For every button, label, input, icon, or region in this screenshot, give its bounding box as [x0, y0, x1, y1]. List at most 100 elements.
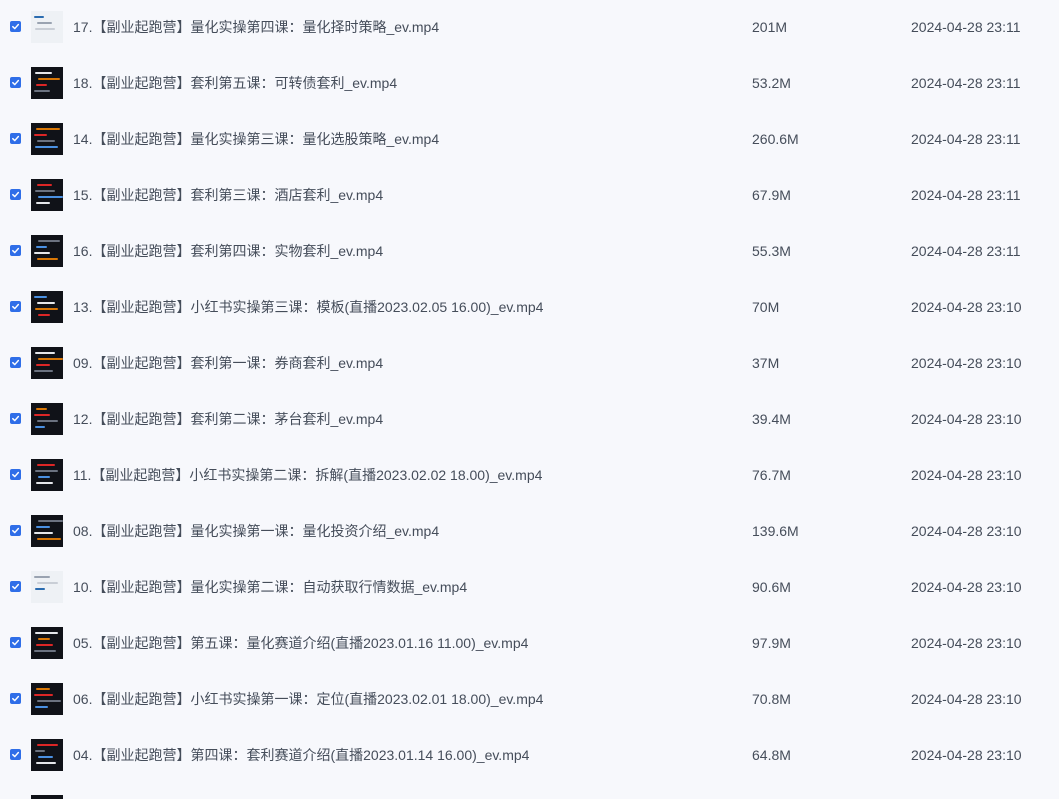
- checkmark-icon: [12, 79, 20, 86]
- file-checkbox[interactable]: [10, 637, 21, 648]
- file-row[interactable]: 09.【副业起跑营】套利第一课：券商套利_ev.mp4 37M 2024-04-28…: [0, 335, 1059, 391]
- file-row[interactable]: 16.【副业起跑营】套利第四课：实物套利_ev.mp4 55.3M 2024-04-…: [0, 223, 1059, 279]
- file-modified-date: 2024-04-28 23:10: [911, 467, 1022, 483]
- file-checkbox[interactable]: [10, 133, 21, 144]
- video-thumbnail[interactable]: [31, 235, 63, 267]
- checkmark-icon: [12, 23, 20, 30]
- file-name[interactable]: 14.【副业起跑营】量化实操第三课：量化选股策略_ev.mp4: [73, 130, 439, 148]
- file-modified-date: 2024-04-28 23:11: [911, 75, 1021, 91]
- file-modified-date: 2024-04-28 23:10: [911, 411, 1022, 427]
- file-name[interactable]: 13.【副业起跑营】小红书实操第三课：模板(直播2023.02.05 16.00…: [73, 298, 543, 316]
- video-thumbnail[interactable]: [31, 347, 63, 379]
- file-modified-date: 2024-04-28 23:10: [911, 523, 1022, 539]
- file-list: 17.【副业起跑营】量化实操第四课：量化择时策略_ev.mp4 201M 2024-…: [0, 0, 1059, 799]
- file-modified-date: 2024-04-28 23:10: [911, 747, 1022, 763]
- file-name[interactable]: 06.【副业起跑营】小红书实操第一课：定位(直播2023.02.01 18.00…: [73, 690, 543, 708]
- checkmark-icon: [12, 359, 20, 366]
- file-name[interactable]: 12.【副业起跑营】套利第二课：茅台套利_ev.mp4: [73, 410, 383, 428]
- file-name[interactable]: 05.【副业起跑营】第五课：量化赛道介绍(直播2023.01.16 11.00)…: [73, 634, 528, 652]
- file-size: 97.9M: [752, 635, 791, 651]
- file-checkbox[interactable]: [10, 413, 21, 424]
- file-checkbox[interactable]: [10, 749, 21, 760]
- file-size: 67.9M: [752, 187, 791, 203]
- file-checkbox[interactable]: [10, 301, 21, 312]
- file-size: 39.4M: [752, 411, 791, 427]
- file-checkbox[interactable]: [10, 245, 21, 256]
- file-modified-date: 2024-04-28 23:10: [911, 691, 1022, 707]
- file-modified-date: 2024-04-28 23:11: [911, 19, 1021, 35]
- video-thumbnail[interactable]: [31, 683, 63, 715]
- video-thumbnail[interactable]: [31, 403, 63, 435]
- file-checkbox[interactable]: [10, 581, 21, 592]
- file-checkbox[interactable]: [10, 21, 21, 32]
- checkmark-icon: [12, 135, 20, 142]
- file-modified-date: 2024-04-28 23:10: [911, 355, 1022, 371]
- checkmark-icon: [12, 751, 20, 758]
- file-row[interactable]: 06.【副业起跑营】小红书实操第一课：定位(直播2023.02.01 18.00…: [0, 671, 1059, 727]
- checkmark-icon: [12, 527, 20, 534]
- file-row[interactable]: 04.【副业起跑营】第四课：套利赛道介绍(直播2023.01.14 16.00)…: [0, 727, 1059, 783]
- file-modified-date: 2024-04-28 23:10: [911, 299, 1022, 315]
- file-name[interactable]: 18.【副业起跑营】套利第五课：可转债套利_ev.mp4: [73, 74, 397, 92]
- file-name[interactable]: 15.【副业起跑营】套利第三课：酒店套利_ev.mp4: [73, 186, 383, 204]
- file-checkbox[interactable]: [10, 357, 21, 368]
- file-modified-date: 2024-04-28 23:11: [911, 187, 1021, 203]
- file-row[interactable]: 17.【副业起跑营】量化实操第四课：量化择时策略_ev.mp4 201M 2024-…: [0, 0, 1059, 55]
- file-row[interactable]: 05.【副业起跑营】第五课：量化赛道介绍(直播2023.01.16 11.00)…: [0, 615, 1059, 671]
- checkmark-icon: [12, 583, 20, 590]
- file-name[interactable]: 16.【副业起跑营】套利第四课：实物套利_ev.mp4: [73, 242, 383, 260]
- file-modified-date: 2024-04-28 23:11: [911, 131, 1021, 147]
- file-row[interactable]: 11.【副业起跑营】小红书实操第二课：拆解(直播2023.02.02 18.00…: [0, 447, 1059, 503]
- file-size: 55.3M: [752, 243, 791, 259]
- file-size: 76.7M: [752, 467, 791, 483]
- file-name[interactable]: 04.【副业起跑营】第四课：套利赛道介绍(直播2023.01.14 16.00)…: [73, 746, 529, 764]
- file-checkbox[interactable]: [10, 693, 21, 704]
- file-modified-date: 2024-04-28 23:10: [911, 635, 1022, 651]
- file-size: 139.6M: [752, 523, 799, 539]
- file-size: 64.8M: [752, 747, 791, 763]
- checkmark-icon: [12, 695, 20, 702]
- video-thumbnail[interactable]: [31, 67, 63, 99]
- file-row[interactable]: 08.【副业起跑营】量化实操第一课：量化投资介绍_ev.mp4 139.6M 202…: [0, 503, 1059, 559]
- checkmark-icon: [12, 191, 20, 198]
- file-row-partial[interactable]: [0, 795, 1059, 799]
- video-thumbnail[interactable]: [31, 123, 63, 155]
- file-size: 201M: [752, 19, 788, 35]
- file-size: 70.8M: [752, 691, 791, 707]
- file-size: 70M: [752, 299, 780, 315]
- video-thumbnail[interactable]: [31, 11, 63, 43]
- file-checkbox[interactable]: [10, 189, 21, 200]
- video-thumbnail[interactable]: [31, 571, 63, 603]
- video-thumbnail[interactable]: [31, 459, 63, 491]
- file-row[interactable]: 15.【副业起跑营】套利第三课：酒店套利_ev.mp4 67.9M 2024-04-…: [0, 167, 1059, 223]
- file-name[interactable]: 17.【副业起跑营】量化实操第四课：量化择时策略_ev.mp4: [73, 18, 439, 36]
- file-size: 90.6M: [752, 579, 791, 595]
- file-size: 260.6M: [752, 131, 799, 147]
- file-row[interactable]: 12.【副业起跑营】套利第二课：茅台套利_ev.mp4 39.4M 2024-04-…: [0, 391, 1059, 447]
- file-name[interactable]: 09.【副业起跑营】套利第一课：券商套利_ev.mp4: [73, 354, 383, 372]
- file-size: 53.2M: [752, 75, 791, 91]
- file-modified-date: 2024-04-28 23:11: [911, 243, 1021, 259]
- file-name[interactable]: 11.【副业起跑营】小红书实操第二课：拆解(直播2023.02.02 18.00…: [73, 466, 542, 484]
- file-checkbox[interactable]: [10, 77, 21, 88]
- file-size: 37M: [752, 355, 780, 371]
- file-row[interactable]: 18.【副业起跑营】套利第五课：可转债套利_ev.mp4 53.2M 2024-04…: [0, 55, 1059, 111]
- file-row[interactable]: 14.【副业起跑营】量化实操第三课：量化选股策略_ev.mp4 260.6M 202…: [0, 111, 1059, 167]
- video-thumbnail[interactable]: [31, 179, 63, 211]
- checkmark-icon: [12, 247, 20, 254]
- file-checkbox[interactable]: [10, 469, 21, 480]
- checkmark-icon: [12, 639, 20, 646]
- video-thumbnail[interactable]: [31, 627, 63, 659]
- file-row[interactable]: 13.【副业起跑营】小红书实操第三课：模板(直播2023.02.05 16.00…: [0, 279, 1059, 335]
- file-row[interactable]: 10.【副业起跑营】量化实操第二课：自动获取行情数据_ev.mp4 90.6M 20…: [0, 559, 1059, 615]
- video-thumbnail[interactable]: [31, 291, 63, 323]
- video-thumbnail[interactable]: [31, 795, 63, 799]
- checkmark-icon: [12, 415, 20, 422]
- video-thumbnail[interactable]: [31, 515, 63, 547]
- file-checkbox[interactable]: [10, 525, 21, 536]
- file-name[interactable]: 10.【副业起跑营】量化实操第二课：自动获取行情数据_ev.mp4: [73, 578, 467, 596]
- video-thumbnail[interactable]: [31, 739, 63, 771]
- file-name[interactable]: 08.【副业起跑营】量化实操第一课：量化投资介绍_ev.mp4: [73, 522, 439, 540]
- checkmark-icon: [12, 471, 20, 478]
- checkmark-icon: [12, 303, 20, 310]
